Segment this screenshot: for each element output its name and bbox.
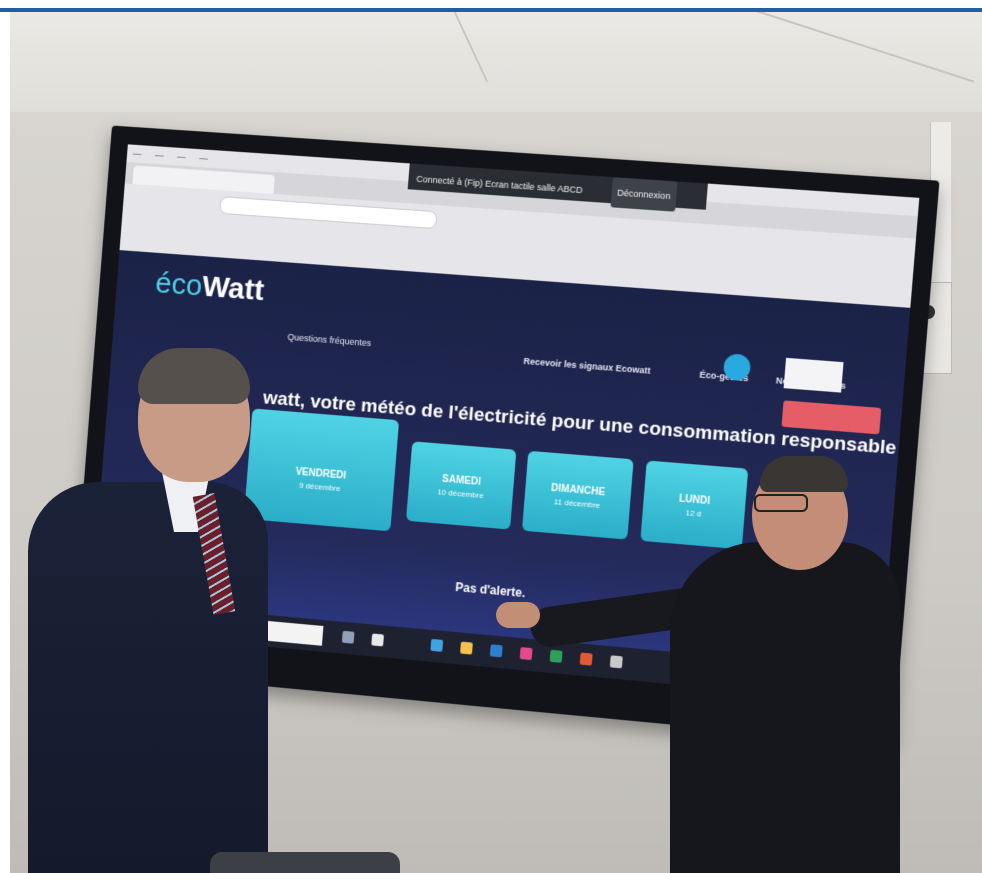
day-card[interactable]: VENDREDI 9 décembre [243,408,400,532]
disconnect-button[interactable]: Déconnexion [610,177,678,212]
excel-icon[interactable] [549,649,563,663]
logo-watt: Watt [200,270,266,308]
app-icon[interactable] [519,647,533,661]
app-icon[interactable] [609,655,623,669]
folder-icon[interactable] [460,641,473,655]
chair [210,852,400,873]
person-left-suit [28,482,268,873]
app-icon[interactable] [579,652,593,666]
person-left-hair [138,348,250,404]
day-card[interactable]: DIMANCHE 11 décembre [521,450,634,540]
day-card[interactable]: LUNDI 12 d [640,460,749,550]
partner-logo [783,357,844,393]
edge-icon[interactable] [489,644,503,658]
ceiling-seam [453,12,489,82]
browser-tab[interactable] [132,165,275,194]
taskview-icon[interactable] [341,630,355,644]
alert-status: Pas d'alerte. [454,580,526,601]
ceiling-seam [735,12,975,83]
ecowatt-logo: écoWatt [154,267,265,309]
app-icon[interactable] [430,638,444,652]
day-card[interactable]: SAMEDI 10 décembre [405,441,517,530]
glasses-icon [754,494,808,512]
top-rule [0,0,982,12]
nav-faq[interactable]: Questions fréquentes [287,332,371,348]
person-right-body [670,542,900,873]
photo: — — — — Connecté à (Fip) Ecran tactile sall… [10,12,982,873]
file-icon[interactable] [371,633,384,647]
nav-signals[interactable]: Recevoir les signaux Ecowatt [523,356,651,376]
logo-eco: éco [154,266,204,303]
person-right-hand [496,602,540,628]
person-right-hair [760,456,848,492]
